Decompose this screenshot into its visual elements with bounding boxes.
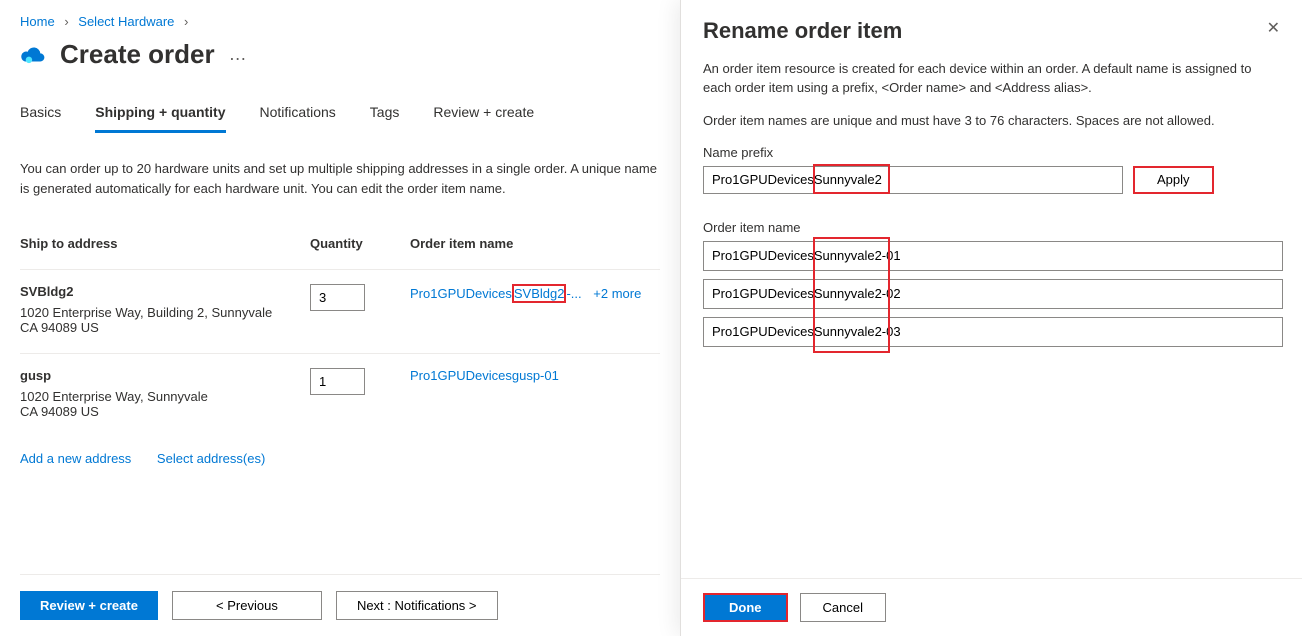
chevron-right-icon: › — [184, 14, 188, 29]
breadcrumb-home[interactable]: Home — [20, 14, 55, 29]
close-icon[interactable]: ✕ — [1267, 18, 1280, 38]
tab-basics[interactable]: Basics — [20, 104, 61, 133]
order-item-name-input[interactable] — [703, 241, 1283, 271]
name-prefix-row: Apply — [703, 166, 1280, 194]
address-alias: gusp — [20, 368, 310, 383]
panel-body: An order item resource is created for ea… — [681, 54, 1302, 578]
panel-description-1: An order item resource is created for ea… — [703, 60, 1280, 98]
grid-header: Ship to address Quantity Order item name — [20, 226, 660, 269]
order-item-name-input[interactable] — [703, 279, 1283, 309]
order-item-name-input[interactable] — [703, 317, 1283, 347]
order-item-name-label: Order item name — [703, 220, 1280, 235]
order-item-name-link[interactable]: Pro1GPUDevicesgusp-01 — [410, 368, 559, 383]
highlight-box: SVBldg2 — [512, 284, 567, 303]
order-item-name-link[interactable]: Pro1GPUDevicesSVBldg2-... — [410, 286, 582, 301]
breadcrumb: Home › Select Hardware › — [20, 10, 660, 39]
col-header-quantity: Quantity — [310, 236, 410, 251]
main-pane: Home › Select Hardware › Create order … … — [0, 0, 680, 636]
tabs: Basics Shipping + quantity Notifications… — [20, 104, 660, 133]
page-title: Create order — [60, 39, 215, 70]
panel-title: Rename order item — [703, 18, 902, 44]
panel-footer: Done Cancel — [681, 578, 1302, 636]
add-address-link[interactable]: Add a new address — [20, 451, 131, 466]
address-grid: Ship to address Quantity Order item name… — [20, 226, 660, 574]
address-line: CA 94089 US — [20, 320, 290, 335]
review-create-button[interactable]: Review + create — [20, 591, 158, 620]
select-addresses-link[interactable]: Select address(es) — [157, 451, 265, 466]
rename-order-item-panel: Rename order item ✕ An order item resour… — [680, 0, 1302, 636]
panel-header: Rename order item ✕ — [681, 0, 1302, 54]
done-button[interactable]: Done — [705, 595, 786, 620]
more-items-link[interactable]: +2 more — [593, 286, 641, 301]
name-prefix-input[interactable] — [703, 166, 1123, 194]
tab-review-create[interactable]: Review + create — [433, 104, 534, 133]
highlight-box: Done — [703, 593, 788, 622]
tab-shipping-quantity[interactable]: Shipping + quantity — [95, 104, 225, 133]
table-row: gusp 1020 Enterprise Way, Sunnyvale CA 9… — [20, 353, 660, 437]
title-row: Create order … — [20, 39, 660, 70]
chevron-right-icon: › — [64, 14, 68, 29]
quantity-input[interactable] — [310, 284, 365, 311]
col-header-item-name: Order item name — [410, 236, 660, 251]
tab-description: You can order up to 20 hardware units an… — [20, 159, 660, 198]
quantity-input[interactable] — [310, 368, 365, 395]
tab-notifications[interactable]: Notifications — [260, 104, 336, 133]
tab-tags[interactable]: Tags — [370, 104, 400, 133]
more-actions-icon[interactable]: … — [229, 44, 248, 65]
order-item-names-group — [703, 241, 1280, 355]
address-actions: Add a new address Select address(es) — [20, 451, 660, 466]
address-line: CA 94089 US — [20, 404, 290, 419]
table-row: SVBldg2 1020 Enterprise Way, Building 2,… — [20, 269, 660, 353]
address-alias: SVBldg2 — [20, 284, 310, 299]
col-header-address: Ship to address — [20, 236, 310, 251]
wizard-footer: Review + create < Previous Next : Notifi… — [20, 574, 660, 636]
panel-description-2: Order item names are unique and must hav… — [703, 112, 1280, 131]
previous-button[interactable]: < Previous — [172, 591, 322, 620]
next-button[interactable]: Next : Notifications > — [336, 591, 498, 620]
cancel-button[interactable]: Cancel — [800, 593, 886, 622]
apply-button[interactable]: Apply — [1133, 166, 1214, 194]
breadcrumb-select-hardware[interactable]: Select Hardware — [78, 14, 174, 29]
cloud-service-icon — [20, 45, 46, 65]
address-line: 1020 Enterprise Way, Sunnyvale — [20, 389, 290, 404]
name-prefix-label: Name prefix — [703, 145, 1280, 160]
address-line: 1020 Enterprise Way, Building 2, Sunnyva… — [20, 305, 290, 320]
